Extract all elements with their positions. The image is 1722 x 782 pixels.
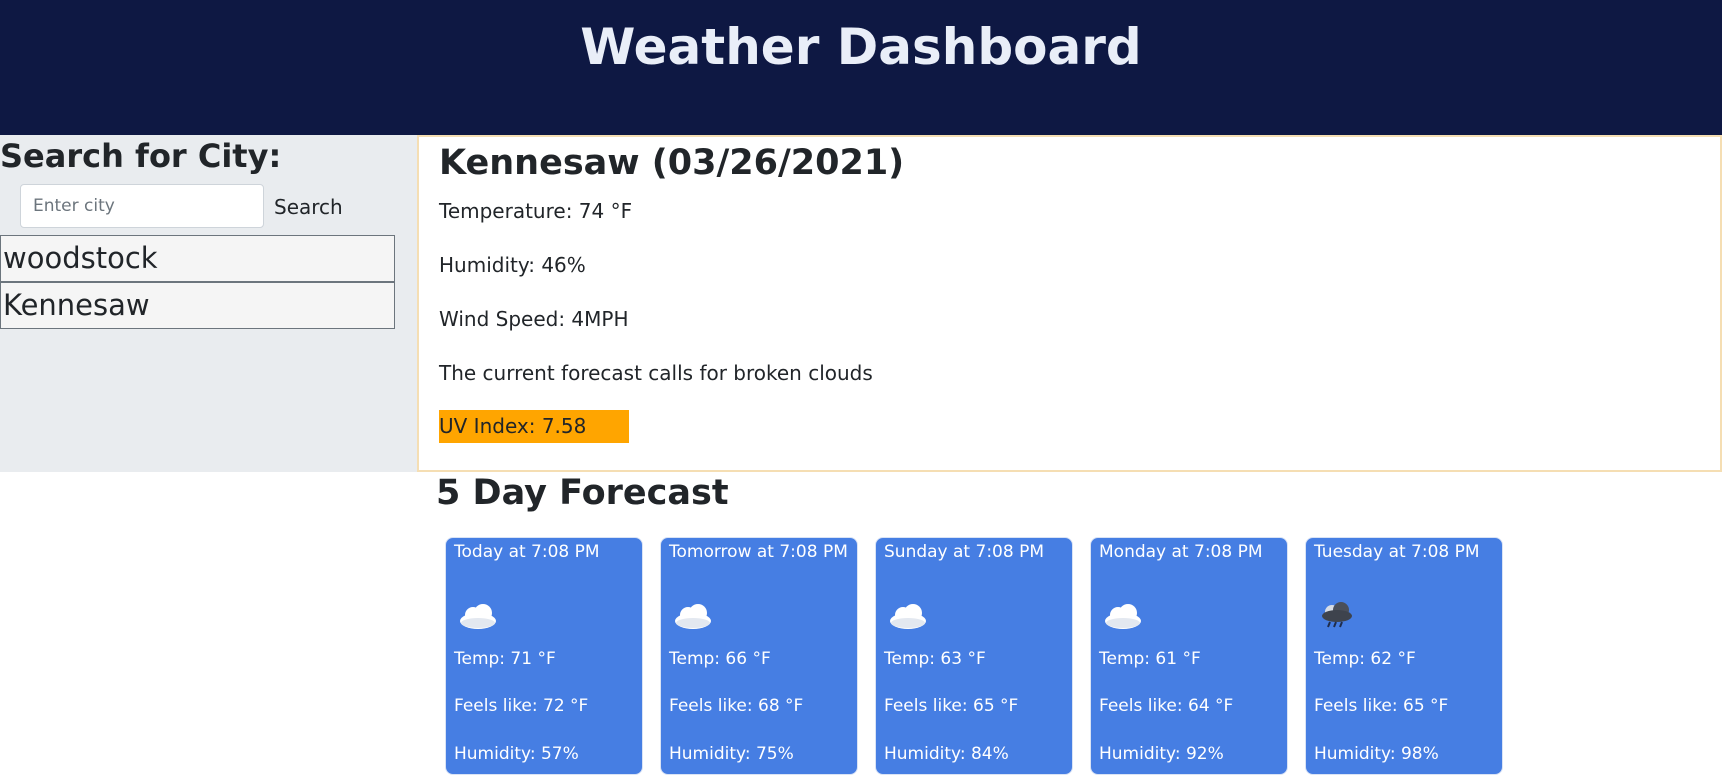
forecast-card: Sunday at 7:08 PM Temp: 63 °F Feels like… [875,537,1073,775]
forecast-feels-like: Feels like: 72 °F [454,696,589,716]
forecast-temp: Temp: 61 °F [1099,649,1201,669]
current-humidity: Humidity: 46% [439,253,586,277]
search-sidebar: Search for City: Search woodstock Kennes… [0,135,417,472]
history-item-woodstock[interactable]: woodstock [0,235,395,282]
forecast-humidity: Humidity: 84% [884,744,1009,764]
current-wind-speed: Wind Speed: 4MPH [439,307,629,331]
current-temperature: Temperature: 74 °F [439,199,633,223]
forecast-date: Tomorrow at 7:08 PM [669,542,848,562]
forecast-feels-like: Feels like: 65 °F [1314,696,1449,716]
forecast-humidity: Humidity: 98% [1314,744,1439,764]
current-description: The current forecast calls for broken cl… [439,361,873,385]
cloud-icon [1105,604,1141,629]
cloud-icon [460,604,496,629]
search-title: Search for City: [0,137,282,175]
forecast-feels-like: Feels like: 64 °F [1099,696,1234,716]
cloud-icon [675,604,711,629]
forecast-temp: Temp: 66 °F [669,649,771,669]
forecast-feels-like: Feels like: 65 °F [884,696,1019,716]
cloud-icon [890,604,926,629]
uv-index-badge: UV Index: 7.58 [439,410,629,443]
forecast-card: Today at 7:08 PM Temp: 71 °F Feels like:… [445,537,643,775]
forecast-humidity: Humidity: 92% [1099,744,1224,764]
forecast-date: Today at 7:08 PM [454,542,600,562]
city-search-input[interactable] [20,184,264,228]
forecast-temp: Temp: 62 °F [1314,649,1416,669]
history-item-kennesaw[interactable]: Kennesaw [0,282,395,329]
forecast-date: Monday at 7:08 PM [1099,542,1263,562]
forecast-card: Monday at 7:08 PM Temp: 61 °F Feels like… [1090,537,1288,775]
search-history-list: woodstock Kennesaw [0,235,395,329]
current-city-heading: Kennesaw (03/26/2021) [439,143,905,183]
search-button[interactable]: Search [274,195,343,219]
forecast-temp: Temp: 71 °F [454,649,556,669]
page-header: Weather Dashboard [0,0,1722,135]
forecast-date: Sunday at 7:08 PM [884,542,1044,562]
page-title: Weather Dashboard [580,18,1142,76]
forecast-title: 5 Day Forecast [436,473,729,513]
forecast-humidity: Humidity: 57% [454,744,579,764]
rain-cloud-icon [1322,602,1352,628]
forecast-humidity: Humidity: 75% [669,744,794,764]
forecast-card: Tomorrow at 7:08 PM Temp: 66 °F Feels li… [660,537,858,775]
forecast-date: Tuesday at 7:08 PM [1314,542,1480,562]
forecast-feels-like: Feels like: 68 °F [669,696,804,716]
forecast-temp: Temp: 63 °F [884,649,986,669]
forecast-card: Tuesday at 7:08 PM Temp: 62 °F Feels lik… [1305,537,1503,775]
current-weather-panel: Kennesaw (03/26/2021) Temperature: 74 °F… [417,135,1722,472]
